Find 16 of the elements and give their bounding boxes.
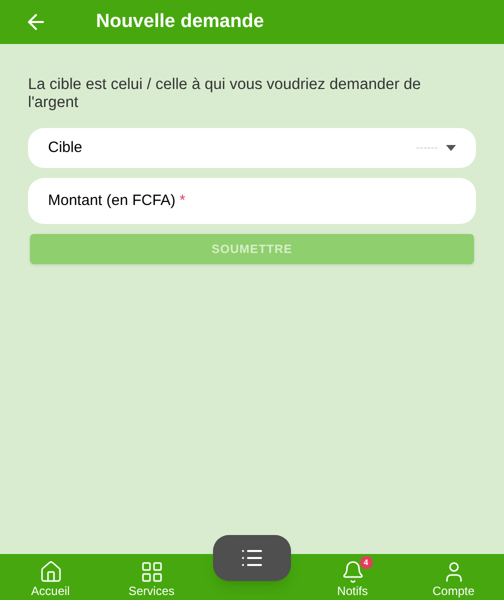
nav-item[interactable]: Accueil — [0, 556, 101, 598]
nav-item[interactable]: 4 Notifs — [302, 556, 403, 598]
intro-text: La cible est celui / celle à qui vous voudriez demander de l'argent — [28, 76, 422, 112]
menu-button[interactable] — [213, 535, 291, 581]
bell-icon — [340, 560, 364, 584]
page-title: Nouvelle demande — [96, 10, 264, 34]
nav-item[interactable]: Services — [101, 556, 202, 598]
notification-badge: 4 — [360, 556, 372, 569]
select-value: ------ — [416, 140, 438, 156]
home-icon — [38, 560, 62, 584]
target-select[interactable]: Cible ------ — [28, 128, 476, 168]
required-mark: * — [180, 190, 186, 211]
nav-item[interactable]: Compte — [403, 556, 504, 598]
amount-field[interactable]: Montant (en FCFA) * — [28, 178, 476, 224]
caret-icon — [446, 145, 456, 151]
grid-icon — [140, 560, 164, 584]
